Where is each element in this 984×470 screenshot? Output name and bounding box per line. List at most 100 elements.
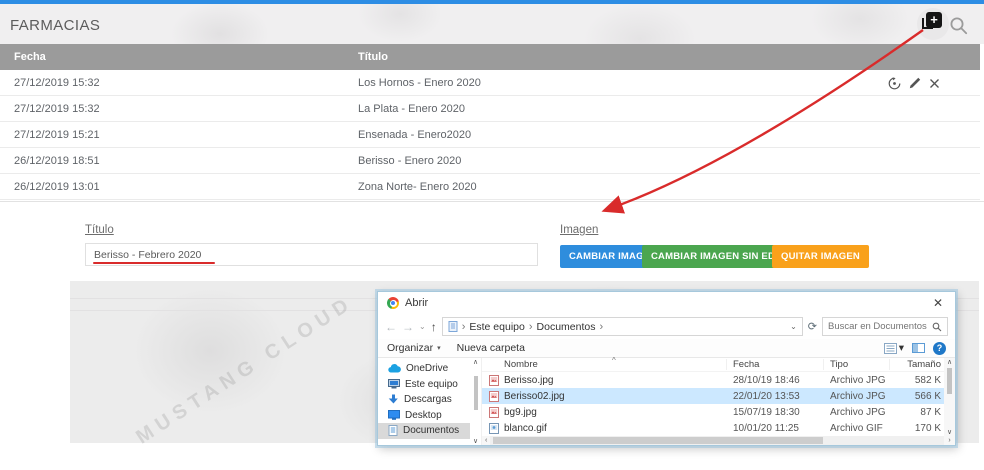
back-icon[interactable]: ← [385,321,397,333]
cell-fecha: 27/12/2019 15:32 [14,70,100,96]
sidebar-item-descargas[interactable]: Descargas [378,392,470,408]
breadcrumb-este-equipo[interactable]: Este equipo [469,321,524,333]
address-bar[interactable]: › Este equipo › Documentos › ⌄ [442,317,803,336]
scrollbar-track[interactable] [490,436,944,445]
delete-x-icon[interactable] [929,78,940,89]
nueva-carpeta-button[interactable]: Nueva carpeta [457,342,525,354]
table-row[interactable]: 27/12/2019 15:32 Los Hornos - Enero 2020 [0,70,980,96]
scroll-down-icon[interactable]: ∨ [473,437,478,445]
vertical-scrollbar[interactable]: ∧ ∨ › [944,358,955,445]
file-row[interactable]: bg9.jpg 15/07/19 18:30 Archivo JPG 87 K [482,404,944,420]
cell-fecha: 26/12/2019 13:01 [14,174,100,200]
dialog-titlebar[interactable]: Abrir ✕ [378,292,955,314]
add-record-button[interactable]: + [917,8,949,40]
dialog-search-box[interactable] [822,317,948,336]
dialog-sidebar: OneDrive Este equipo Descargas [378,358,470,445]
table-row[interactable]: 27/12/2019 15:21 Ensenada - Enero2020 [0,122,980,148]
nav-history-chevron-icon[interactable]: ⌄ [419,322,426,331]
quitar-imagen-button[interactable]: QUITAR IMAGEN [772,245,869,268]
document-icon [388,425,398,436]
file-type: Archivo GIF [824,423,890,434]
column-tipo[interactable]: Tipo [824,359,890,370]
sidebar-item-este-equipo[interactable]: Este equipo [378,377,470,393]
chevron-down-icon: ▾ [437,344,441,352]
scroll-down-icon[interactable]: ∨ [947,428,952,436]
scrollbar-thumb[interactable] [947,368,952,394]
organizar-label: Organizar [387,342,433,354]
chevron-down-icon: ▾ [899,342,904,354]
scroll-up-icon[interactable]: ∧ [473,358,478,366]
open-file-dialog: Abrir ✕ ← → ⌄ ↑ › Este equipo › Document… [377,291,956,446]
column-nombre[interactable]: Nombre [482,359,727,370]
jpg-file-icon [489,391,499,402]
sidebar-scrollbar[interactable]: ∧ ∨ [470,358,481,445]
scroll-up-icon[interactable]: ∧ [947,358,952,366]
cell-fecha: 27/12/2019 15:32 [14,96,100,122]
sidebar-item-onedrive[interactable]: OneDrive [378,361,470,377]
up-icon[interactable]: ↑ [431,321,437,333]
column-header-fecha: Fecha [14,44,46,70]
file-name: bg9.jpg [504,407,537,418]
file-row[interactable]: Berisso.jpg 28/10/19 18:46 Archivo JPG 5… [482,372,944,388]
file-row-selected[interactable]: Berisso02.jpg 22/01/20 13:53 Archivo JPG… [482,388,944,404]
sidebar-item-documentos[interactable]: Documentos [378,423,470,439]
red-underline-annotation [93,262,215,264]
file-name-cell: blanco.gif [482,423,727,434]
folder-location-icon [448,321,458,332]
file-row[interactable]: blanco.gif 10/01/20 11:25 Archivo GIF 17… [482,420,944,436]
refresh-icon[interactable]: ⟳ [808,320,817,333]
table-header: Fecha Título [0,44,980,70]
edit-pencil-icon[interactable] [909,77,921,89]
jpg-file-icon [489,407,499,418]
chrome-icon [387,297,399,309]
table-row[interactable]: 27/12/2019 15:32 La Plata - Enero 2020 [0,96,980,122]
divider [0,201,984,202]
file-size: 566 K [890,391,944,402]
scrollbar-thumb[interactable] [493,437,823,444]
forward-icon[interactable]: → [402,321,414,333]
breadcrumb-separator: › [462,321,466,333]
table-body: 27/12/2019 15:32 Los Hornos - Enero 2020… [0,70,980,200]
file-date: 10/01/20 11:25 [727,423,824,434]
file-list-header: ^ Nombre Fecha Tipo Tamaño [482,358,944,372]
cell-fecha: 27/12/2019 15:21 [14,122,100,148]
file-date: 15/07/19 18:30 [727,407,824,418]
search-icon [949,16,969,36]
sidebar-item-desktop[interactable]: Desktop [378,408,470,424]
preview-pane-icon[interactable] [912,343,925,353]
dialog-nav-row: ← → ⌄ ↑ › Este equipo › Documentos › ⌄ ⟳ [378,314,955,339]
file-type: Archivo JPG [824,407,890,418]
cell-titulo: Berisso - Enero 2020 [358,148,461,174]
scroll-right-icon[interactable]: › [948,436,950,445]
table-row[interactable]: 26/12/2019 18:51 Berisso - Enero 2020 [0,148,980,174]
horizontal-scrollbar[interactable]: ‹ [482,436,944,445]
file-size: 582 K [890,375,944,386]
imagen-field-label: Imagen [560,224,598,236]
cell-titulo: Zona Norte- Enero 2020 [358,174,477,200]
file-list: ^ Nombre Fecha Tipo Tamaño Berisso.jpg [481,358,944,445]
cell-titulo: Ensenada - Enero2020 [358,122,471,148]
file-size: 87 K [890,407,944,418]
address-dropdown-icon[interactable]: ⌄ [790,322,797,331]
dialog-title: Abrir [405,297,428,309]
onedrive-cloud-icon [388,364,401,373]
breadcrumb-separator: › [599,321,603,333]
table-row[interactable]: 26/12/2019 13:01 Zona Norte- Enero 2020 [0,174,980,200]
organizar-menu[interactable]: Organizar ▾ [387,342,441,354]
dialog-body: OneDrive Este equipo Descargas [378,358,955,445]
breadcrumb-documentos[interactable]: Documentos [537,321,596,333]
view-options-button[interactable]: ▾ [884,342,904,354]
history-icon[interactable] [888,77,901,90]
dialog-search-input[interactable] [828,321,932,332]
scroll-left-icon[interactable]: ‹ [482,437,490,444]
help-icon[interactable]: ? [933,342,946,355]
cell-titulo: Los Hornos - Enero 2020 [358,70,481,96]
column-tamano[interactable]: Tamaño [890,359,944,370]
column-fecha[interactable]: Fecha [727,359,824,370]
sidebar-item-label: OneDrive [406,363,448,374]
scrollbar-thumb[interactable] [474,376,478,410]
sort-ascending-icon: ^ [612,356,616,365]
cell-fecha: 26/12/2019 18:51 [14,148,100,174]
search-button[interactable] [949,16,969,36]
close-icon[interactable]: ✕ [930,296,946,310]
